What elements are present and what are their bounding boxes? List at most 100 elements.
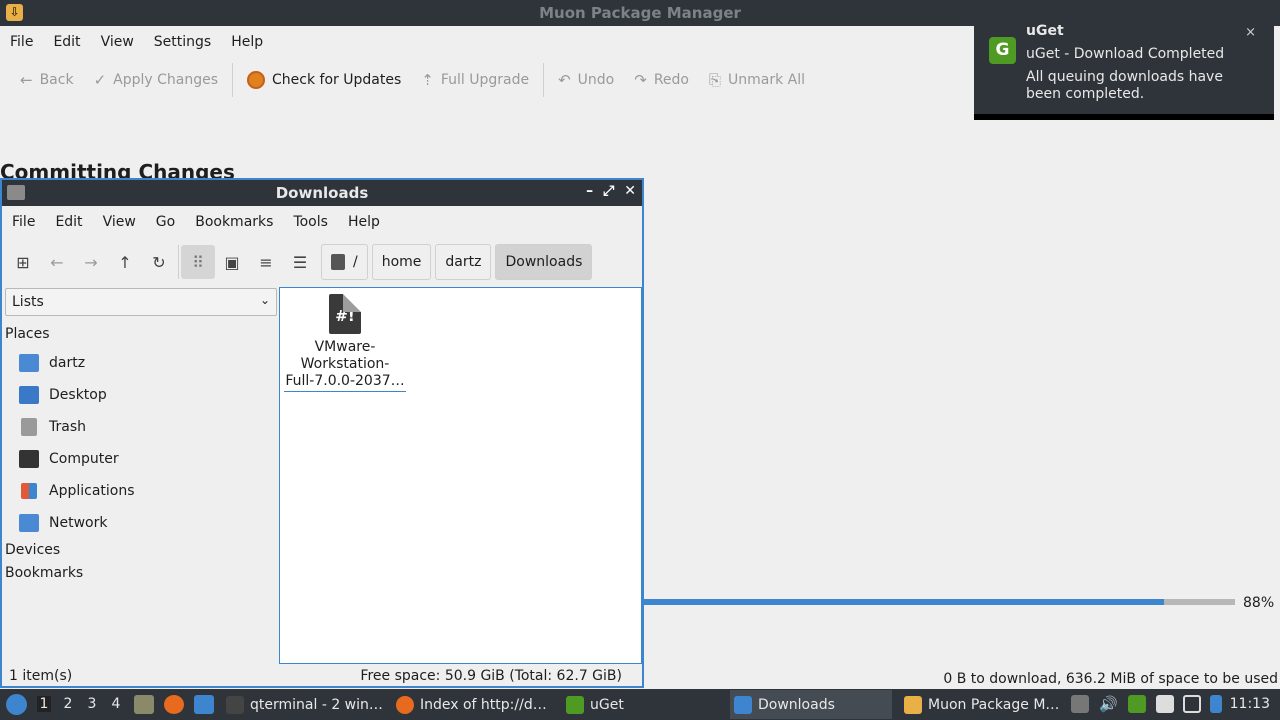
file-manager-launcher-icon[interactable] bbox=[134, 695, 154, 714]
dl-menu-file[interactable]: File bbox=[2, 208, 45, 236]
home-folder-icon bbox=[19, 354, 39, 372]
compact-view-icon[interactable]: ≡ bbox=[249, 245, 283, 279]
uget-icon bbox=[566, 695, 584, 714]
close-icon[interactable]: ✕ bbox=[624, 183, 636, 199]
bookmarks-heading: Bookmarks bbox=[5, 565, 84, 581]
update-notifier-icon[interactable] bbox=[1210, 695, 1222, 713]
unmark-icon: ⎘ bbox=[708, 71, 721, 89]
place-trash[interactable]: Trash bbox=[19, 415, 86, 439]
task-uget[interactable]: uGet bbox=[562, 690, 722, 719]
folder-icon bbox=[734, 695, 752, 714]
volume-icon[interactable]: 🔊 bbox=[1099, 695, 1118, 713]
task-label: Downloads bbox=[758, 696, 835, 713]
uget-notification[interactable]: G uGet uGet - Download Completed All que… bbox=[974, 7, 1274, 120]
breadcrumb-dartz[interactable]: dartz bbox=[435, 244, 492, 280]
checkmark-icon: ✓ bbox=[93, 71, 107, 89]
breadcrumb-home[interactable]: home bbox=[371, 244, 432, 280]
full-upgrade-button[interactable]: ⇡ Full Upgrade bbox=[411, 63, 539, 97]
minimize-icon[interactable]: – bbox=[586, 183, 593, 199]
script-file-icon: #! bbox=[329, 294, 361, 334]
workspace-4[interactable]: 4 bbox=[109, 696, 123, 712]
file-view-pane[interactable]: #! VMware- Workstation- Full-7.0.0-2037… bbox=[279, 287, 642, 664]
unmark-all-button[interactable]: ⎘ Unmark All bbox=[699, 63, 815, 97]
upgrade-arrow-icon: ⇡ bbox=[421, 71, 434, 89]
downloads-window-title: Downloads bbox=[275, 184, 369, 202]
place-network[interactable]: Network bbox=[19, 511, 107, 535]
side-pane-mode-value: Lists bbox=[12, 294, 44, 310]
muon-menu-settings[interactable]: Settings bbox=[144, 28, 221, 56]
workspace-2[interactable]: 2 bbox=[61, 696, 75, 712]
taskbar-clock: 11:13 bbox=[1229, 696, 1270, 712]
refresh-updates-icon bbox=[247, 71, 266, 89]
up-arrow-icon[interactable]: ↑ bbox=[108, 245, 142, 279]
detailed-list-icon[interactable]: ☰ bbox=[283, 245, 317, 279]
back-button[interactable]: ← Back bbox=[10, 63, 84, 97]
muon-menu-view[interactable]: View bbox=[91, 28, 144, 56]
new-tab-icon[interactable]: ⊞ bbox=[6, 245, 40, 279]
full-upgrade-label: Full Upgrade bbox=[440, 72, 530, 88]
download-status-text: 0 B to download, 636.2 MiB of space to b… bbox=[943, 671, 1278, 687]
task-downloads[interactable]: Downloads bbox=[730, 690, 892, 719]
workspace-3[interactable]: 3 bbox=[85, 696, 99, 712]
place-computer[interactable]: Computer bbox=[19, 447, 119, 471]
devices-heading: Devices bbox=[5, 542, 61, 558]
applications-icon bbox=[21, 483, 37, 499]
start-menu-icon[interactable] bbox=[6, 694, 27, 715]
task-firefox[interactable]: Index of http://d… bbox=[392, 690, 552, 719]
task-label: uGet bbox=[590, 696, 624, 713]
tray-uget-icon[interactable] bbox=[1128, 695, 1146, 713]
notification-close-icon[interactable]: × bbox=[1245, 25, 1256, 40]
place-dartz[interactable]: dartz bbox=[19, 351, 85, 375]
icon-view-icon[interactable]: ⠿ bbox=[181, 245, 215, 279]
task-label: qterminal - 2 win… bbox=[250, 696, 382, 713]
forward-arrow-icon[interactable]: → bbox=[74, 245, 108, 279]
dl-menu-tools[interactable]: Tools bbox=[283, 208, 338, 236]
tray-clipboard-icon[interactable] bbox=[1071, 695, 1089, 713]
file-name-line: Full-7.0.0-2037… bbox=[285, 373, 405, 389]
apply-changes-button[interactable]: ✓ Apply Changes bbox=[84, 63, 228, 97]
toolbar-separator bbox=[543, 63, 545, 97]
task-label: Muon Package M… bbox=[928, 696, 1060, 713]
file-name: VMware- Workstation- Full-7.0.0-2037… bbox=[284, 339, 406, 392]
side-pane-mode-select[interactable]: Lists ⌄ bbox=[5, 288, 277, 316]
free-space-status: Free space: 50.9 GiB (Total: 62.7 GiB) bbox=[360, 668, 622, 684]
dl-menu-help[interactable]: Help bbox=[338, 208, 390, 236]
dl-menu-go[interactable]: Go bbox=[146, 208, 185, 236]
task-muon[interactable]: Muon Package M… bbox=[900, 690, 1062, 719]
redo-button[interactable]: ↷ Redo bbox=[624, 63, 699, 97]
firefox-icon bbox=[396, 695, 414, 714]
muon-menu-file[interactable]: File bbox=[0, 28, 43, 56]
display-icon[interactable] bbox=[1183, 695, 1201, 713]
undo-label: Undo bbox=[577, 72, 615, 88]
undo-button[interactable]: ↶ Undo bbox=[548, 63, 624, 97]
file-item[interactable]: #! VMware- Workstation- Full-7.0.0-2037… bbox=[284, 294, 406, 392]
muon-menu-help[interactable]: Help bbox=[221, 28, 273, 56]
dl-menu-view[interactable]: View bbox=[93, 208, 146, 236]
tray-notes-icon[interactable] bbox=[1156, 695, 1174, 713]
firefox-launcher-icon[interactable] bbox=[164, 695, 184, 714]
check-updates-label: Check for Updates bbox=[272, 72, 402, 88]
arrow-left-icon: ← bbox=[20, 71, 33, 89]
task-qterminal[interactable]: qterminal - 2 win… bbox=[222, 690, 382, 719]
workspace-1[interactable]: 1 bbox=[37, 696, 51, 712]
breadcrumb-root[interactable]: / bbox=[321, 244, 368, 280]
commit-progress-bar bbox=[643, 599, 1235, 605]
dl-menu-bookmarks[interactable]: Bookmarks bbox=[185, 208, 283, 236]
commit-progress-fill bbox=[643, 599, 1164, 605]
drive-icon bbox=[331, 254, 345, 270]
places-heading: Places bbox=[5, 326, 50, 342]
thumbnail-view-icon[interactable]: ▣ bbox=[215, 245, 249, 279]
check-updates-button[interactable]: Check for Updates bbox=[237, 63, 411, 97]
place-desktop[interactable]: Desktop bbox=[19, 383, 107, 407]
place-applications[interactable]: Applications bbox=[19, 479, 135, 503]
muon-menu-edit[interactable]: Edit bbox=[43, 28, 90, 56]
desktop-launcher-icon[interactable] bbox=[194, 695, 214, 714]
maximize-icon[interactable]: ⤢ bbox=[603, 183, 614, 199]
back-arrow-icon[interactable]: ← bbox=[40, 245, 74, 279]
notification-body: All queuing downloads have been complete… bbox=[1026, 69, 1223, 102]
reload-icon[interactable]: ↻ bbox=[142, 245, 176, 279]
downloads-titlebar: Downloads – ⤢ ✕ bbox=[2, 180, 642, 206]
breadcrumb-downloads[interactable]: Downloads bbox=[495, 244, 593, 280]
dl-menu-edit[interactable]: Edit bbox=[45, 208, 92, 236]
task-label: Index of http://d… bbox=[420, 696, 547, 713]
